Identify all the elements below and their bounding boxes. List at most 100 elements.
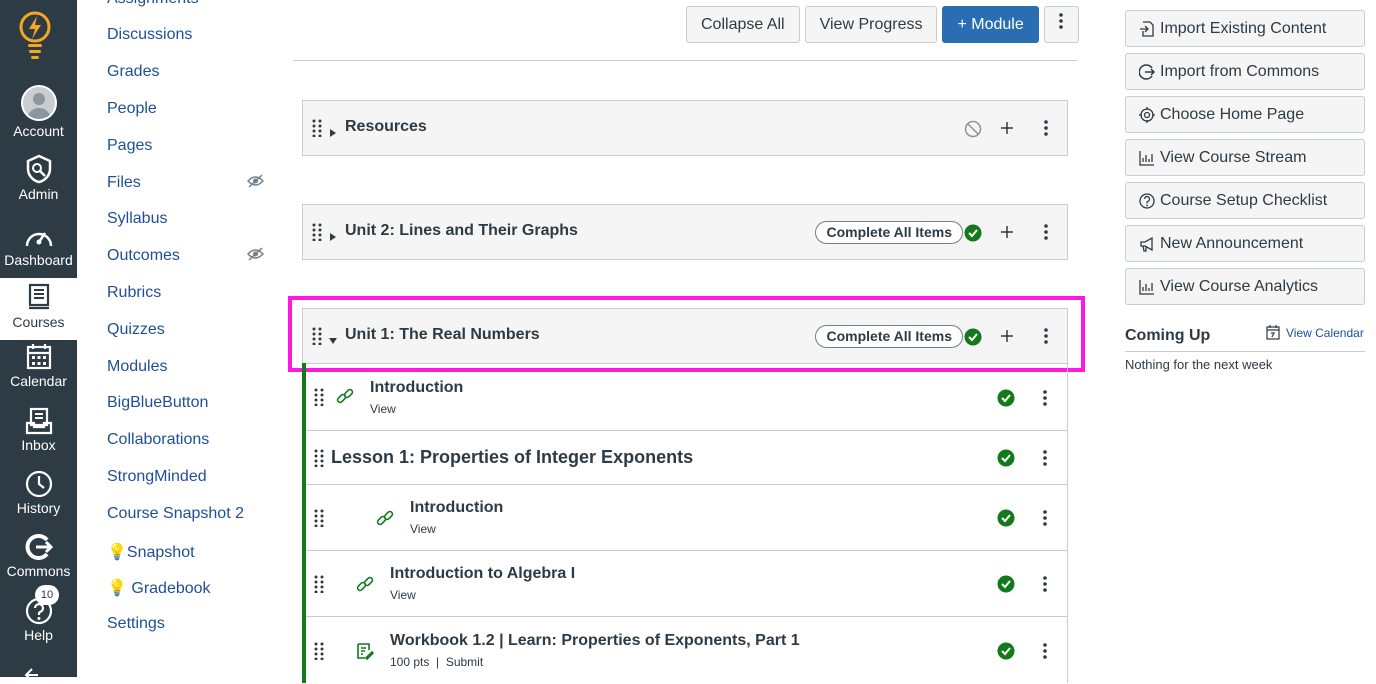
published-check-icon[interactable]: [964, 224, 982, 247]
add-module-button[interactable]: + Module: [942, 6, 1039, 43]
global-nav-dashboard[interactable]: Dashboard: [0, 224, 77, 286]
assignment-icon: [356, 642, 375, 665]
global-nav-calendar[interactable]: Calendar: [0, 343, 77, 405]
global-nav-courses[interactable]: Courses: [0, 278, 77, 340]
completion-requirement-pill: Complete All Items: [815, 221, 963, 244]
drag-handle-icon[interactable]: [314, 575, 324, 598]
global-nav-label: Admin: [18, 186, 59, 202]
speedometer-icon: [25, 232, 52, 247]
published-check-icon[interactable]: [997, 449, 1015, 472]
modules-toolbar: Collapse All View Progress + Module: [686, 6, 1079, 43]
toolbar-more-button[interactable]: [1043, 6, 1079, 43]
drag-handle-icon[interactable]: [314, 388, 324, 411]
module-item[interactable]: Introduction View: [306, 363, 1068, 431]
global-nav-admin[interactable]: Admin: [0, 154, 77, 216]
drag-handle-icon[interactable]: [312, 119, 322, 142]
module-item-header[interactable]: Lesson 1: Properties of Integer Exponent…: [306, 431, 1068, 485]
course-nav-pages[interactable]: Pages: [107, 137, 152, 155]
import-from-commons-button[interactable]: Import from Commons: [1125, 53, 1365, 90]
global-nav-label: Inbox: [21, 437, 56, 453]
item-kebab-icon[interactable]: [1043, 576, 1047, 597]
course-nav-collaborations[interactable]: Collaborations: [107, 431, 209, 449]
drag-handle-icon[interactable]: [314, 449, 324, 472]
item-kebab-icon[interactable]: [1043, 390, 1047, 411]
item-kebab-icon[interactable]: [1043, 643, 1047, 664]
question-circle-icon: [1139, 193, 1155, 209]
module-item-subtitle: View: [370, 402, 396, 416]
megaphone-icon: [1140, 236, 1153, 252]
analytics-chart-icon: [1139, 280, 1154, 295]
module-item-title[interactable]: Introduction: [370, 379, 463, 397]
caret-right-icon[interactable]: [329, 228, 337, 246]
module-item-subtitle: View: [410, 522, 436, 536]
canvas-logo-icon[interactable]: [18, 10, 52, 60]
add-item-plus-icon[interactable]: [999, 224, 1015, 245]
course-nav-snapshot[interactable]: 💡Snapshot: [107, 542, 195, 562]
global-nav-label: Help: [24, 627, 53, 643]
choose-home-page-button[interactable]: Choose Home Page: [1125, 96, 1365, 133]
view-course-stream-button[interactable]: View Course Stream: [1125, 139, 1365, 176]
course-nav-files[interactable]: Files: [107, 174, 141, 192]
focus-highlight: [288, 296, 1085, 372]
course-nav-quizzes[interactable]: Quizzes: [107, 321, 165, 339]
drag-handle-icon[interactable]: [312, 223, 322, 246]
course-nav-grades[interactable]: Grades: [107, 63, 159, 81]
drag-handle-icon[interactable]: [314, 509, 324, 532]
add-item-plus-icon[interactable]: [999, 120, 1015, 141]
collapse-nav-icon[interactable]: [24, 666, 38, 684]
collapse-all-button[interactable]: Collapse All: [686, 6, 800, 43]
global-nav-help[interactable]: 10 Help: [0, 585, 77, 659]
course-nav-modules[interactable]: Modules: [107, 358, 167, 376]
link-icon: [356, 575, 374, 598]
link-icon: [376, 509, 394, 532]
caret-right-icon[interactable]: [329, 124, 337, 142]
course-setup-checklist-button[interactable]: Course Setup Checklist: [1125, 182, 1365, 219]
item-kebab-icon[interactable]: [1043, 450, 1047, 471]
module-item[interactable]: Introduction to Algebra I View: [306, 551, 1068, 617]
view-progress-button[interactable]: View Progress: [804, 6, 938, 43]
course-nav-gradebook[interactable]: 💡 Gradebook: [107, 578, 211, 598]
published-check-icon[interactable]: [997, 509, 1015, 532]
commons-icon: [1139, 64, 1155, 80]
import-existing-content-button[interactable]: Import Existing Content: [1125, 10, 1365, 47]
course-nav-bigbluebutton[interactable]: BigBlueButton: [107, 394, 208, 412]
view-course-analytics-button[interactable]: View Course Analytics: [1125, 268, 1365, 305]
module-item[interactable]: Introduction View: [306, 485, 1068, 551]
course-nav-outcomes[interactable]: Outcomes: [107, 247, 180, 265]
module-item-title[interactable]: Introduction to Algebra I: [390, 565, 575, 583]
course-nav-rubrics[interactable]: Rubrics: [107, 284, 161, 302]
text-header-title: Lesson 1: Properties of Integer Exponent…: [331, 447, 694, 467]
plus-icon: +: [957, 16, 967, 33]
module-item[interactable]: Workbook 1.2 | Learn: Properties of Expo…: [306, 617, 1068, 683]
help-notification-badge: 10: [35, 585, 59, 605]
global-nav-account[interactable]: Account: [0, 85, 77, 147]
course-nav-assignments[interactable]: Assignments: [107, 0, 199, 8]
module-header-unit-2[interactable]: Unit 2: Lines and Their Graphs Complete …: [302, 204, 1068, 260]
module-kebab-icon[interactable]: [1044, 120, 1048, 141]
global-nav-label: Calendar: [10, 373, 67, 389]
unpublished-icon[interactable]: [964, 120, 982, 143]
global-nav-label: Courses: [12, 314, 65, 330]
published-check-icon[interactable]: [997, 575, 1015, 598]
course-nav-people[interactable]: People: [107, 100, 157, 118]
course-nav-course-snapshot-2[interactable]: Course Snapshot 2: [107, 505, 244, 523]
published-check-icon[interactable]: [997, 389, 1015, 412]
course-nav-syllabus[interactable]: Syllabus: [107, 210, 167, 228]
published-check-icon[interactable]: [997, 642, 1015, 665]
module-kebab-icon[interactable]: [1044, 224, 1048, 245]
view-calendar-link[interactable]: View Calendar: [1266, 325, 1364, 340]
course-nav-discussions[interactable]: Discussions: [107, 26, 192, 44]
add-module-label: Module: [971, 16, 1024, 33]
user-avatar-icon: [20, 85, 57, 121]
global-nav-inbox[interactable]: Inbox: [0, 407, 77, 469]
module-item-title[interactable]: Introduction: [410, 499, 503, 517]
course-nav-strongminded[interactable]: StrongMinded: [107, 468, 207, 486]
calendar-icon: [26, 344, 51, 370]
new-announcement-button[interactable]: New Announcement: [1125, 225, 1365, 262]
module-item-title[interactable]: Workbook 1.2 | Learn: Properties of Expo…: [390, 632, 800, 650]
drag-handle-icon[interactable]: [314, 642, 324, 665]
global-nav-history[interactable]: History: [0, 470, 77, 532]
item-kebab-icon[interactable]: [1043, 510, 1047, 531]
course-nav-settings[interactable]: Settings: [107, 615, 165, 633]
module-header-resources[interactable]: Resources: [302, 100, 1068, 156]
